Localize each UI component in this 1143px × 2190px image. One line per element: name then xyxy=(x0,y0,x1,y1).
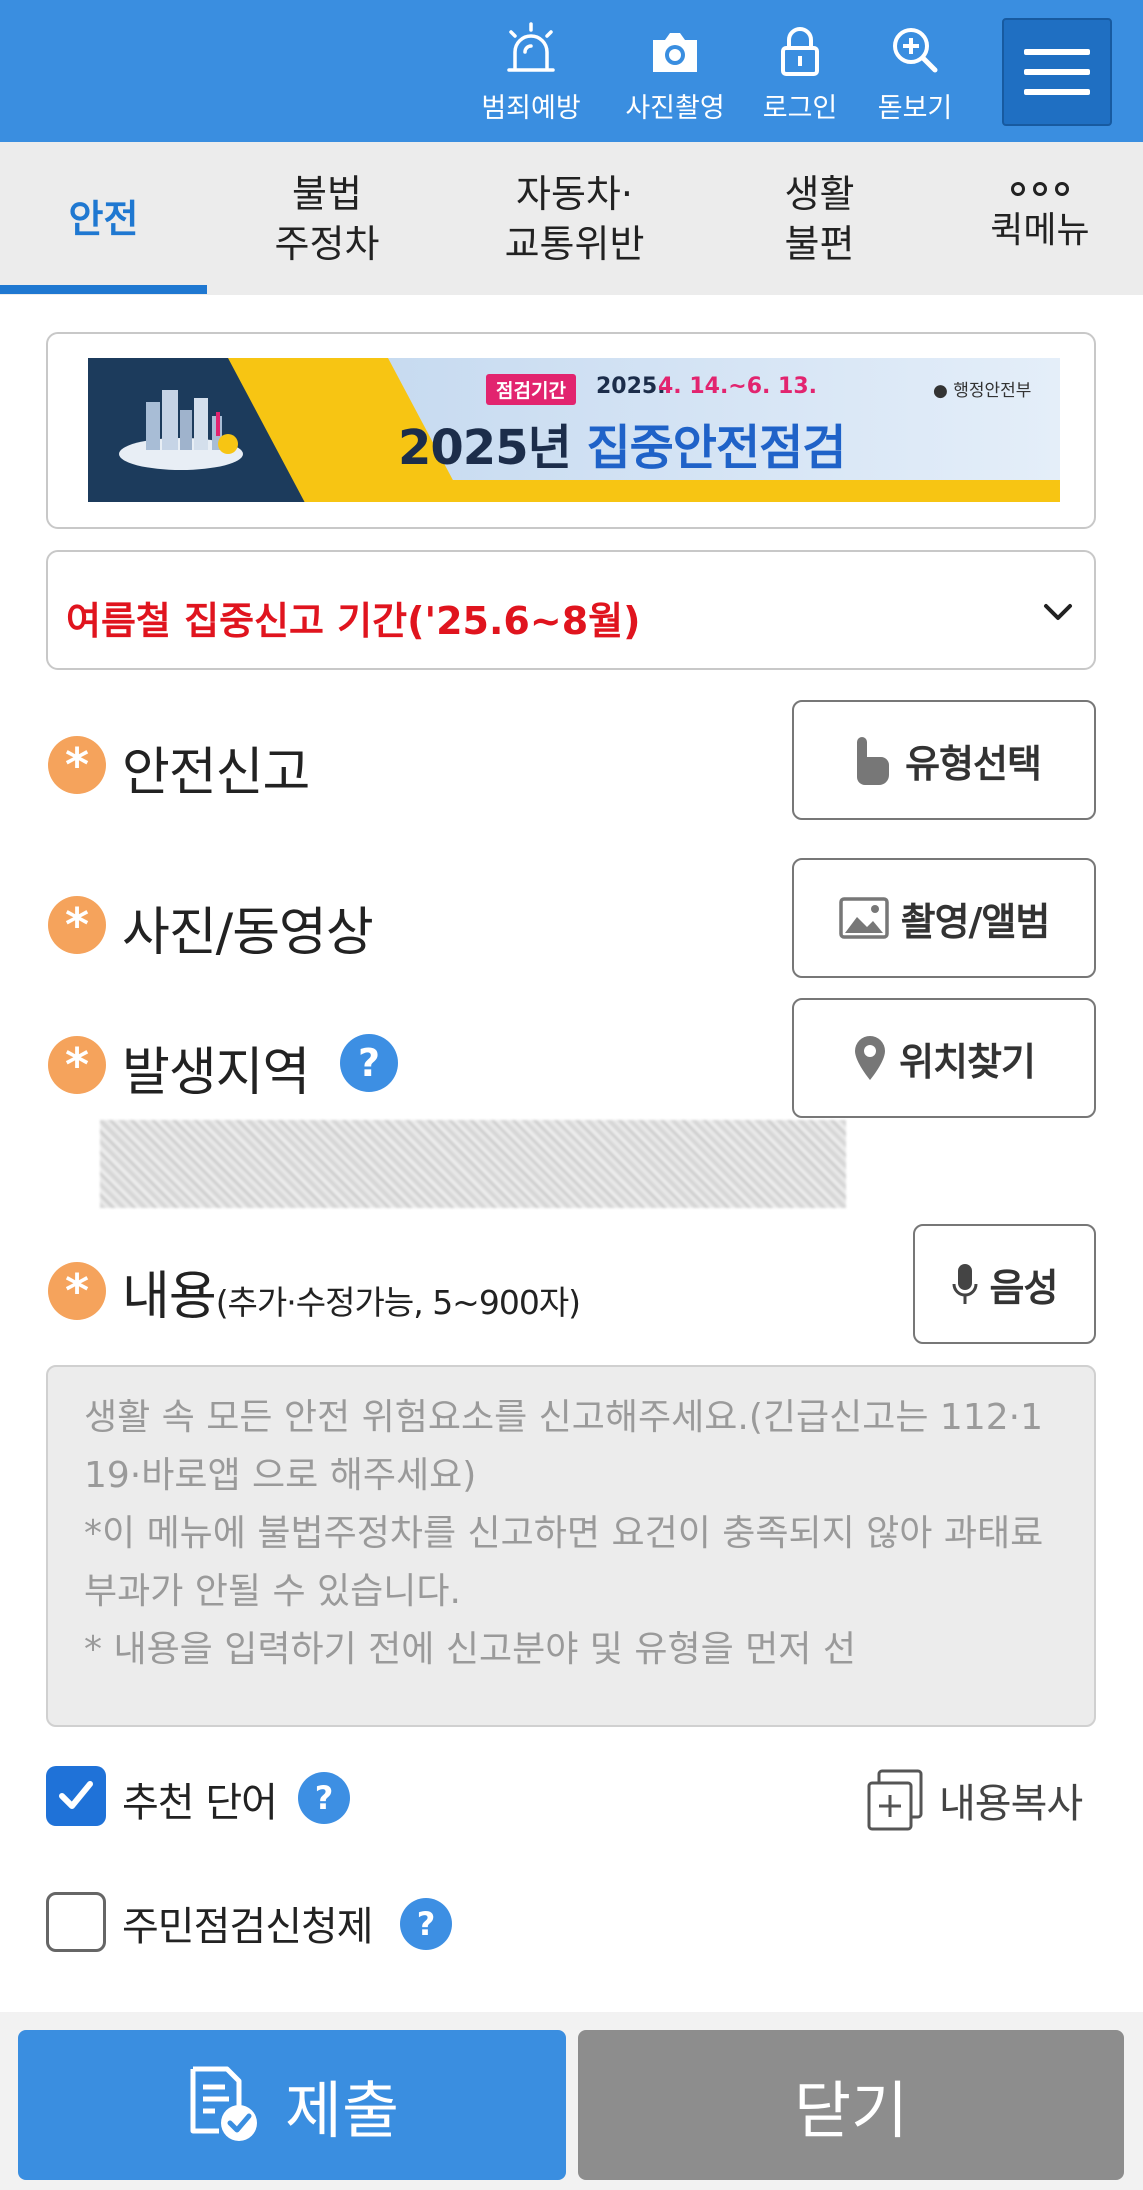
content-label: 내용(추가·수정가능, 5~900자) xyxy=(122,1254,581,1329)
magnifier-label: 돋보기 xyxy=(877,93,953,124)
find-location-label: 위치찾기 xyxy=(899,1039,1036,1084)
banner-ministry: ● 행정안전부 xyxy=(933,381,1032,401)
submit-label: 제출 xyxy=(284,2074,400,2147)
microphone-icon xyxy=(952,1264,978,1304)
top-app-bar: 범죄예방 사진촬영 로그인 돋보기 xyxy=(0,0,1143,142)
location-pin-icon xyxy=(855,1036,886,1080)
safety-report-label: 안전신고 xyxy=(122,743,310,803)
camera-album-label: 촬영/앨범 xyxy=(900,899,1051,944)
siren-icon xyxy=(507,22,555,72)
tab-safety[interactable]: 안전 xyxy=(0,142,207,295)
tab-label-line2: 주정차 xyxy=(274,221,380,266)
banner-card[interactable]: 점검기간 2025. 4. 14.~6. 13. ● 행정안전부 2025년 집… xyxy=(46,332,1096,529)
copy-plus-icon xyxy=(867,1769,923,1831)
summer-report-period-dropdown[interactable]: 여름철 집중신고 기간('25.6~8월) xyxy=(46,550,1096,670)
voice-input-label: 음성 xyxy=(989,1265,1059,1310)
banner-title-main: 집중안전점검 xyxy=(586,420,846,476)
blurred-address xyxy=(100,1120,846,1208)
tab-label-line1: 생활 xyxy=(784,171,855,216)
required-mark: * xyxy=(48,896,106,954)
tab-label-line1: 자동차· xyxy=(516,171,633,216)
category-tabs: 안전 불법 주정차 자동차· 교통위반 생활 불편 퀵메뉴 xyxy=(0,142,1143,295)
content-label-text: 내용 xyxy=(122,1267,217,1327)
touch-hand-icon xyxy=(857,737,890,785)
recommend-words-label: 추천 단어 xyxy=(122,1780,278,1826)
banner-title-prefix: 2025년 xyxy=(398,420,572,476)
tab-quick-menu[interactable]: 퀵메뉴 xyxy=(937,142,1143,295)
location-help-icon[interactable]: ? xyxy=(340,1034,398,1092)
copy-content-label: 내용복사 xyxy=(939,1781,1083,1827)
dropdown-text: 여름철 집중신고 기간('25.6~8월) xyxy=(66,599,641,643)
magnifier-button[interactable]: 돋보기 xyxy=(855,22,975,132)
lock-icon xyxy=(781,27,819,76)
recommend-words-help-icon[interactable]: ? xyxy=(298,1772,350,1824)
photo-video-label: 사진/동영상 xyxy=(122,903,374,963)
photo-capture-label: 사진촬영 xyxy=(625,93,725,124)
banner-period-dates: 4. 14.~6. 13. xyxy=(658,374,818,399)
select-type-label: 유형선택 xyxy=(905,741,1042,786)
campaign-banner[interactable]: 점검기간 2025. 4. 14.~6. 13. ● 행정안전부 2025년 집… xyxy=(88,358,1060,502)
resident-inspection-label: 주민점검신청제 xyxy=(122,1904,374,1950)
banner-period-tag: 점검기간 xyxy=(486,374,576,405)
banner-period-year: 2025. xyxy=(596,374,666,399)
crime-prevention-button[interactable]: 범죄예방 xyxy=(471,22,591,132)
close-button[interactable]: 닫기 xyxy=(578,2030,1124,2180)
document-check-icon xyxy=(190,2066,257,2141)
location-label: 발생지역 xyxy=(122,1043,310,1103)
image-icon xyxy=(838,897,889,939)
tab-label: 안전 xyxy=(68,196,139,241)
required-mark: * xyxy=(48,736,106,794)
camera-icon xyxy=(653,33,697,72)
menu-bar xyxy=(1024,49,1090,55)
magnifier-plus-icon xyxy=(893,28,938,73)
resident-inspection-help-icon[interactable]: ? xyxy=(400,1898,452,1950)
banner-bottom-band xyxy=(318,480,1060,502)
recommend-words-checkbox[interactable] xyxy=(46,1766,106,1826)
tab-label: 퀵메뉴 xyxy=(990,209,1090,251)
active-tab-indicator xyxy=(0,285,207,294)
copy-content-button[interactable]: 내용복사 xyxy=(865,1768,1083,1832)
checkmark-icon xyxy=(59,1781,93,1809)
tab-label-line2: 교통위반 xyxy=(504,221,645,266)
tab-vehicle-traffic[interactable]: 자동차· 교통위반 xyxy=(447,142,702,295)
required-mark: * xyxy=(48,1036,106,1094)
banner-title: 2025년 집중안전점검 xyxy=(398,408,846,478)
city-illustration-icon xyxy=(119,390,243,470)
tab-illegal-parking[interactable]: 불법 주정차 xyxy=(207,142,447,295)
content-hint: (추가·수정가능, 5~900자) xyxy=(215,1283,581,1322)
photo-capture-button[interactable]: 사진촬영 xyxy=(615,22,735,132)
crime-prevention-label: 범죄예방 xyxy=(481,93,581,124)
close-label: 닫기 xyxy=(793,2074,909,2147)
login-button[interactable]: 로그인 xyxy=(740,22,860,132)
more-dots-icon xyxy=(1011,181,1069,196)
tab-living-inconvenience[interactable]: 생활 불편 xyxy=(702,142,937,295)
login-label: 로그인 xyxy=(762,93,838,124)
voice-input-button[interactable]: 음성 xyxy=(913,1224,1096,1344)
select-type-button[interactable]: 유형선택 xyxy=(792,700,1096,820)
submit-button[interactable]: 제출 xyxy=(18,2030,566,2180)
banner-ministry-name: 행정안전부 xyxy=(953,381,1032,401)
menu-bar xyxy=(1024,89,1090,95)
resident-inspection-checkbox[interactable] xyxy=(46,1892,106,1952)
menu-bar xyxy=(1024,69,1090,75)
chevron-down-icon xyxy=(1044,604,1072,620)
find-location-button[interactable]: 위치찾기 xyxy=(792,998,1096,1118)
camera-album-button[interactable]: 촬영/앨범 xyxy=(792,858,1096,978)
tab-label-line2: 불편 xyxy=(784,221,855,266)
required-mark: * xyxy=(48,1262,106,1320)
content-textarea[interactable]: 생활 속 모든 안전 위험요소를 신고해주세요.(긴급신고는 112·119·바… xyxy=(46,1365,1096,1727)
hamburger-menu-icon[interactable] xyxy=(1002,18,1112,126)
tab-label-line1: 불법 xyxy=(292,171,362,216)
